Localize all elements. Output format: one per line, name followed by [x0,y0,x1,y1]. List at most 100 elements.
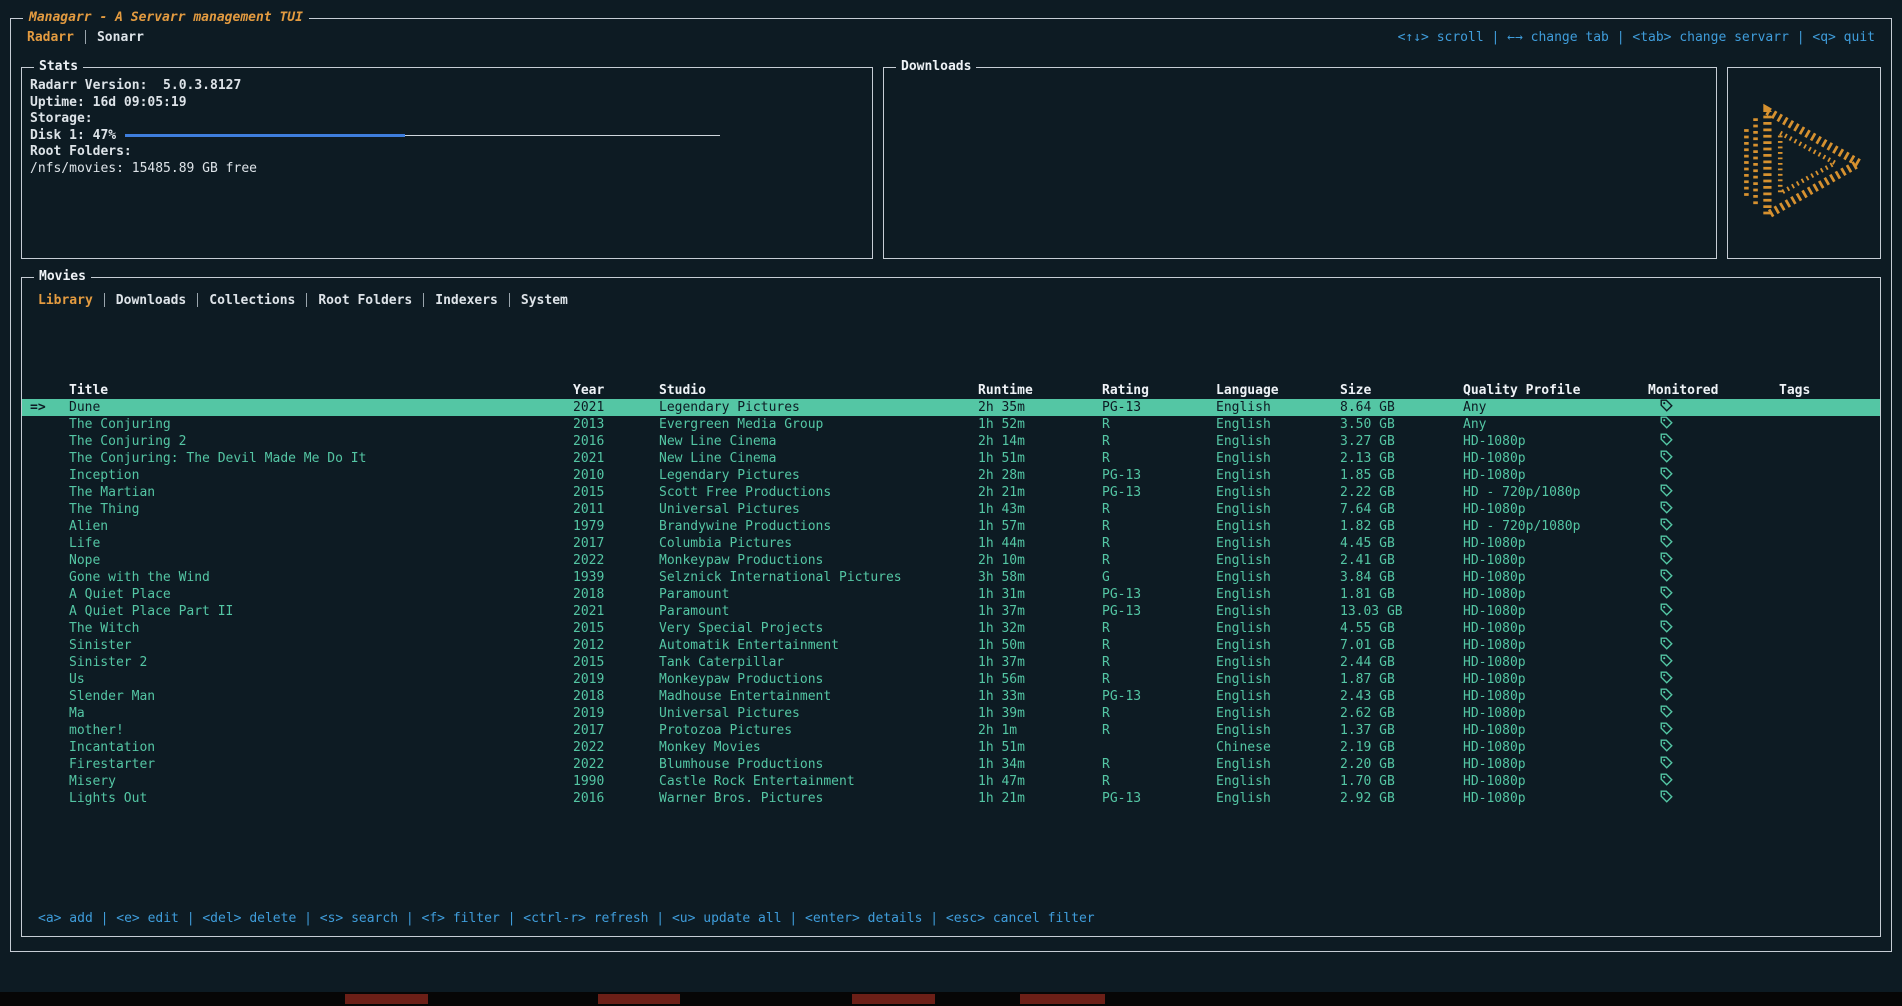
cell-runtime: 1h 21m [978,791,1102,806]
movies-tab-indexers[interactable]: Indexers [435,293,498,308]
cell-studio: Paramount [659,587,978,602]
table-row[interactable]: mother!2017Protozoa Pictures2h 1mREnglis… [22,722,1880,739]
cell-quality-profile: HD-1080p [1463,638,1648,653]
cell-monitored [1648,688,1779,705]
storage-label: Storage: [30,111,864,128]
cell-quality-profile: HD - 720p/1080p [1463,485,1648,500]
cell-language: English [1216,519,1340,534]
table-row[interactable]: Inception2010Legendary Pictures2h 28mPG-… [22,467,1880,484]
cell-title: Life [69,536,573,551]
cell-size: 2.43 GB [1340,689,1463,704]
cell-monitored [1648,467,1779,484]
column-header-year: Year [573,383,659,398]
table-row[interactable]: Alien1979Brandywine Productions1h 57mREn… [22,518,1880,535]
movies-tab-library[interactable]: Library [38,293,93,308]
cell-year: 2018 [573,587,659,602]
cell-title: The Conjuring: The Devil Made Me Do It [69,451,573,466]
table-row[interactable]: A Quiet Place Part II2021Paramount1h 37m… [22,603,1880,620]
cell-rating: PG-13 [1102,468,1216,483]
cell-size: 1.70 GB [1340,774,1463,789]
gauge-remaining-bar [405,135,720,136]
table-row[interactable]: Slender Man2018Madhouse Entertainment1h … [22,688,1880,705]
stats-panel: Stats Radarr Version: 5.0.3.8127 Uptime:… [21,67,873,259]
table-row[interactable]: Life2017Columbia Pictures1h 44mREnglish4… [22,535,1880,552]
cell-quality-profile: HD-1080p [1463,706,1648,721]
cell-rating: R [1102,655,1216,670]
movies-tab-system[interactable]: System [521,293,568,308]
table-row[interactable]: The Witch2015Very Special Projects1h 32m… [22,620,1880,637]
monitored-tag-icon [1660,535,1673,548]
cell-monitored [1648,603,1779,620]
table-row[interactable]: Misery1990Castle Rock Entertainment1h 47… [22,773,1880,790]
monitored-tag-icon [1660,654,1673,667]
cell-studio: Selznick International Pictures [659,570,978,585]
cell-year: 2015 [573,621,659,636]
cell-size: 4.55 GB [1340,621,1463,636]
movies-tab-collections[interactable]: Collections [209,293,295,308]
table-row[interactable]: Nope2022Monkeypaw Productions2h 10mREngl… [22,552,1880,569]
cell-size: 13.03 GB [1340,604,1463,619]
cell-rating: R [1102,451,1216,466]
cell-quality-profile: HD-1080p [1463,536,1648,551]
cell-quality-profile: HD-1080p [1463,570,1648,585]
table-row[interactable]: Ma2019Universal Pictures1h 39mREnglish2.… [22,705,1880,722]
movies-tab-root-folders[interactable]: Root Folders [318,293,412,308]
cell-monitored [1648,722,1779,739]
cell-monitored [1648,552,1779,569]
cell-title: Sinister [69,638,573,653]
movies-panel-title: Movies [34,269,91,284]
cell-runtime: 1h 31m [978,587,1102,602]
monitored-tag-icon [1660,773,1673,786]
table-row[interactable]: Gone with the Wind1939Selznick Internati… [22,569,1880,586]
table-row[interactable]: The Thing2011Universal Pictures1h 43mREn… [22,501,1880,518]
cell-rating: R [1102,621,1216,636]
table-row[interactable]: A Quiet Place2018Paramount1h 31mPG-13Eng… [22,586,1880,603]
cell-monitored [1648,671,1779,688]
table-row[interactable]: The Martian2015Scott Free Productions2h … [22,484,1880,501]
table-row[interactable]: The Conjuring: The Devil Made Me Do It20… [22,450,1880,467]
tab-sonarr[interactable]: Sonarr [97,30,144,45]
cell-runtime: 1h 32m [978,621,1102,636]
table-row[interactable]: =>Dune2021Legendary Pictures2h 35mPG-13E… [22,399,1880,416]
app-title: Managarr - A Servarr management TUI [23,10,309,25]
table-row[interactable]: Sinister2012Automatik Entertainment1h 50… [22,637,1880,654]
monitored-tag-icon [1660,688,1673,701]
cell-studio: Legendary Pictures [659,468,978,483]
cell-monitored [1648,654,1779,671]
cell-title: Gone with the Wind [69,570,573,585]
cell-runtime: 1h 39m [978,706,1102,721]
cell-studio: Legendary Pictures [659,400,978,415]
cell-studio: Monkey Movies [659,740,978,755]
tab-separator [85,30,86,44]
table-row[interactable]: Incantation2022Monkey Movies1h 51mChines… [22,739,1880,756]
managarr-play-logo-icon [1740,101,1868,225]
cell-year: 2017 [573,723,659,738]
cell-size: 7.64 GB [1340,502,1463,517]
cell-title: Alien [69,519,573,534]
cell-title: The Thing [69,502,573,517]
cell-year: 1979 [573,519,659,534]
cell-quality-profile: HD-1080p [1463,604,1648,619]
table-row[interactable]: Sinister 22015Tank Caterpillar1h 37mREng… [22,654,1880,671]
cell-runtime: 1h 52m [978,417,1102,432]
cell-studio: Scott Free Productions [659,485,978,500]
cell-monitored [1648,501,1779,518]
monitored-tag-icon [1660,756,1673,769]
cell-monitored [1648,705,1779,722]
column-header-quality-profile: Quality Profile [1463,383,1648,398]
cell-rating: R [1102,706,1216,721]
cell-year: 2021 [573,400,659,415]
cell-runtime: 2h 10m [978,553,1102,568]
cell-runtime: 2h 28m [978,468,1102,483]
cell-monitored [1648,399,1779,416]
movies-tab-downloads[interactable]: Downloads [116,293,186,308]
table-row[interactable]: Lights Out2016Warner Bros. Pictures1h 21… [22,790,1880,807]
cell-monitored [1648,535,1779,552]
table-row[interactable]: Us2019Monkeypaw Productions1h 56mREnglis… [22,671,1880,688]
tab-radarr[interactable]: Radarr [27,30,74,45]
table-row[interactable]: The Conjuring 22016New Line Cinema2h 14m… [22,433,1880,450]
table-row[interactable]: The Conjuring2013Evergreen Media Group1h… [22,416,1880,433]
top-panels-row: Stats Radarr Version: 5.0.3.8127 Uptime:… [21,67,1881,259]
table-row[interactable]: Firestarter2022Blumhouse Productions1h 3… [22,756,1880,773]
cell-year: 1990 [573,774,659,789]
